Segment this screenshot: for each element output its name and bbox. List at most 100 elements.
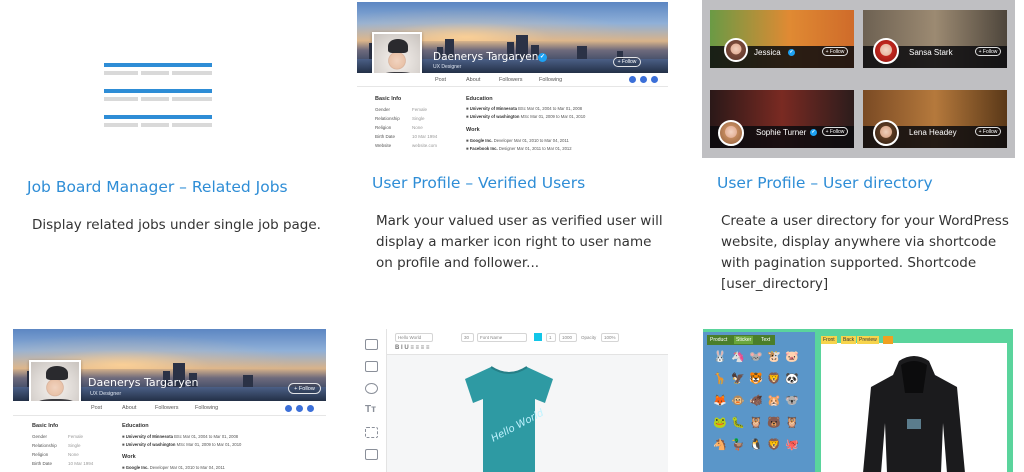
info-value: Female (412, 107, 428, 112)
list-line (104, 123, 138, 127)
follow-button[interactable]: + Follow (975, 127, 1001, 136)
verified-badge-icon: ✓ (538, 53, 547, 62)
tab-post[interactable]: Post (435, 77, 446, 83)
work-item: ■ Google Inc. Developer Mar 01, 2010 to … (466, 138, 569, 143)
width-input[interactable]: 1000 (559, 333, 577, 342)
google-plus-icon[interactable] (651, 76, 658, 83)
info-value: Female (68, 434, 84, 439)
tab-front[interactable]: Front (821, 336, 837, 344)
tab-sticker[interactable]: Sticker (734, 336, 754, 344)
directory-user-card[interactable]: Sansa Stark + Follow (863, 10, 1007, 68)
tab-followers[interactable]: Followers (499, 77, 523, 83)
education-heading: Education (122, 423, 149, 429)
tshirt-preview: Hello World (465, 366, 553, 472)
text-input[interactable]: Hello World (395, 333, 433, 342)
follow-button[interactable]: + Follow (975, 47, 1001, 56)
avatar (873, 120, 899, 146)
work-heading: Work (122, 454, 136, 460)
font-name-select[interactable]: Font Name (477, 333, 527, 342)
sticker-designer-thumbnail[interactable]: Product Sticker Text 🐰 🦄 🐭 🐮 🐷 🦒 🦅 🐯 🦁 🐼 🦊 🐵 🐗 🐹 🐨 🐸… (703, 329, 1013, 472)
list-line (172, 71, 212, 75)
card-title[interactable]: Job Board Manager – Related Jobs (27, 178, 288, 196)
verified-badge-icon: ✓ (810, 129, 817, 136)
work-item: ■ Facebook Inc. Designer Mar 01, 2011 to… (466, 146, 572, 151)
user-name: Sansa Stark (909, 48, 953, 57)
education-item: ■ University of washington MSc Mar 01, 2… (466, 114, 586, 119)
tab-text[interactable]: Text (759, 336, 772, 344)
user-directory-thumbnail[interactable]: Jessica ✓ + Follow Sansa Stark + Follow … (702, 0, 1015, 158)
info-key: Birth Date (375, 134, 396, 139)
tab-about[interactable]: About (466, 77, 480, 83)
hoodie-preview (863, 356, 965, 472)
list-line (104, 97, 138, 101)
profile-name: Daenerys Targaryen (88, 376, 199, 389)
bold-icon[interactable]: B I U ≡ ≡ ≡ ≡ (395, 345, 429, 351)
education-item: ■ University of washington MSc Mar 01, 2… (122, 442, 242, 447)
user-name: Jessica (754, 48, 781, 57)
education-item: ■ University of Minnesota BSc Mar 01, 20… (122, 434, 239, 439)
directory-user-card[interactable]: Jessica ✓ + Follow (710, 10, 854, 68)
info-value: None (412, 125, 423, 130)
tab-product[interactable]: Product (708, 336, 729, 344)
info-key: Gender (375, 107, 391, 112)
layers-icon[interactable] (365, 361, 378, 372)
follow-button[interactable]: + Follow (822, 47, 848, 56)
verified-users-thumbnail[interactable]: Daenerys Targaryen ✓ UX Designer + Follo… (357, 2, 668, 157)
font-size-input[interactable]: 30 (461, 333, 474, 342)
design-canvas[interactable] (821, 343, 1007, 472)
follow-button[interactable]: + Follow (822, 127, 848, 136)
opacity-select[interactable]: 100% (601, 333, 619, 342)
avatar (873, 38, 899, 64)
card-title[interactable]: User Profile – User directory (717, 174, 933, 192)
info-value: 10 Mar 1994 (68, 461, 94, 466)
related-jobs-thumbnail[interactable] (0, 0, 334, 160)
education-heading: Education (466, 96, 493, 102)
twitter-icon[interactable] (640, 76, 647, 83)
profile-role: UX Designer (433, 64, 462, 70)
image-icon[interactable] (365, 339, 378, 350)
user-name: Lena Headey (909, 128, 957, 137)
tshirt-designer-thumbnail[interactable]: Tт Hello World 30 Font Name 1 1000 Opaci… (357, 329, 668, 472)
google-plus-icon[interactable] (307, 405, 314, 412)
facebook-icon[interactable] (285, 405, 292, 412)
directory-user-card[interactable]: Lena Headey + Follow (863, 90, 1007, 148)
profile-role: UX Designer (90, 391, 122, 397)
avatar (718, 120, 744, 146)
crop-icon[interactable] (365, 427, 378, 438)
color-swatch[interactable] (534, 333, 542, 341)
directory-user-card[interactable]: Sophie Turner ✓ + Follow (710, 90, 854, 148)
sticker-tabs: Product Sticker Text (707, 335, 775, 345)
work-heading: Work (466, 127, 480, 133)
work-item: ■ Google Inc. Developer Mar 01, 2010 to … (122, 465, 225, 470)
basic-info-heading: Basic Info (32, 423, 59, 429)
list-line (141, 71, 169, 75)
save-icon[interactable] (365, 449, 378, 460)
info-value: 10 Mar 1994 (412, 134, 438, 139)
list-line (141, 97, 169, 101)
twitter-icon[interactable] (296, 405, 303, 412)
verified-badge-icon: ✓ (788, 49, 795, 56)
tab-back[interactable]: Back (841, 336, 857, 344)
stroke-input[interactable]: 1 (546, 333, 556, 342)
info-value: Single (68, 443, 81, 448)
tab-followers[interactable]: Followers (155, 405, 179, 411)
facebook-icon[interactable] (629, 76, 636, 83)
text-icon[interactable]: Tт (365, 405, 378, 416)
tab-about[interactable]: About (122, 405, 136, 411)
camera-icon[interactable] (883, 336, 893, 344)
tab-following[interactable]: Following (539, 77, 562, 83)
profile-thumbnail[interactable]: Daenerys Targaryen UX Designer + Follow … (13, 329, 326, 472)
follow-button[interactable]: + Follow (288, 383, 321, 394)
follow-button[interactable]: + Follow (613, 57, 641, 67)
card-title[interactable]: User Profile – Verified Users (372, 174, 585, 192)
opacity-label: Opacity (581, 335, 597, 340)
info-key: Religion (32, 452, 49, 457)
info-value: Single (412, 116, 425, 121)
profile-nav: Post About Followers Following (357, 73, 668, 87)
profile-name: Daenerys Targaryen (433, 51, 539, 63)
tab-preview[interactable]: Preview (857, 336, 879, 344)
shape-icon[interactable] (365, 383, 378, 394)
info-key: Gender (32, 434, 48, 439)
tab-post[interactable]: Post (91, 405, 102, 411)
tab-following[interactable]: Following (195, 405, 218, 411)
